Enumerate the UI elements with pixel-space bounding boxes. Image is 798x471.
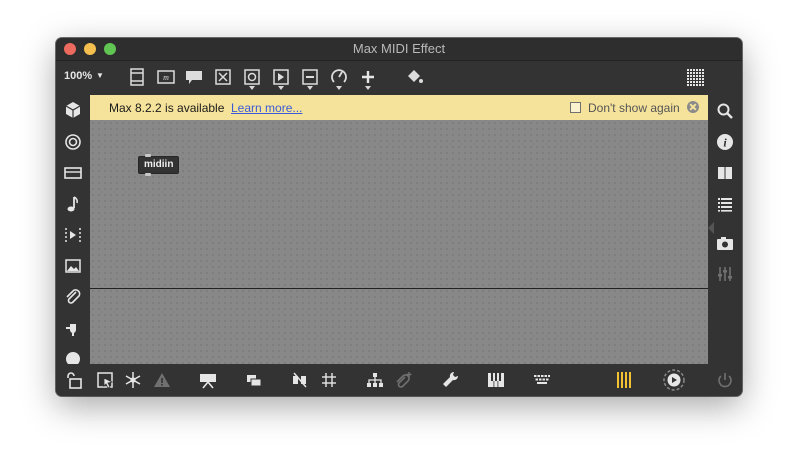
lock-icon[interactable]: [64, 370, 84, 390]
midiin-object[interactable]: midiin: [138, 154, 180, 176]
play-sequence-icon[interactable]: [63, 225, 83, 245]
presentation-icon[interactable]: [127, 67, 147, 87]
plug-icon[interactable]: [63, 318, 83, 338]
snapshot-camera-icon[interactable]: [715, 233, 735, 253]
presentation-mode-icon[interactable]: [198, 370, 218, 390]
inlet[interactable]: [145, 154, 151, 157]
music-note-icon[interactable]: [63, 194, 83, 214]
paint-bucket-icon[interactable]: [404, 67, 424, 87]
piano-keyboard-icon[interactable]: [486, 370, 506, 390]
warning-icon[interactable]: [152, 370, 172, 390]
dont-show-again-label[interactable]: Don't show again: [588, 101, 680, 115]
dont-show-again-checkbox[interactable]: [570, 102, 581, 113]
hierarchy-icon[interactable]: [365, 370, 385, 390]
wrench-icon[interactable]: [440, 370, 460, 390]
plus-menu-caret-icon[interactable]: [365, 86, 371, 90]
outlet[interactable]: [145, 173, 151, 176]
reference-book-icon[interactable]: [715, 163, 735, 183]
button-menu-caret-icon[interactable]: [249, 86, 255, 90]
object-label: midiin: [144, 159, 174, 170]
paperclip-icon[interactable]: [63, 287, 83, 307]
grid-menu-icon[interactable]: [685, 67, 705, 87]
close-banner-icon[interactable]: [687, 101, 699, 113]
computer-keyboard-icon[interactable]: [532, 370, 552, 390]
learn-more-link[interactable]: Learn more...: [231, 101, 302, 115]
button-icon[interactable]: [242, 67, 262, 87]
svg-text:m: m: [163, 73, 169, 82]
max-window: Max MIDI Effect 100% ▼ m i Max 8.2.2 is …: [56, 38, 742, 396]
mixer-sliders-icon[interactable]: [715, 264, 735, 284]
target-circle-icon[interactable]: [63, 132, 83, 152]
toggle-icon[interactable]: [213, 67, 233, 87]
plus-icon[interactable]: [358, 67, 378, 87]
add-paperclip-icon[interactable]: [394, 370, 414, 390]
update-banner: Max 8.2.2 is available Learn more... Don…: [90, 95, 708, 120]
dial-menu-caret-icon[interactable]: [336, 86, 342, 90]
zoom-caret-icon[interactable]: ▼: [96, 71, 104, 80]
new-view-icon[interactable]: [244, 370, 264, 390]
sidebar-collapse-arrow-icon[interactable]: [708, 222, 714, 234]
window-title: Max MIDI Effect: [352, 41, 446, 56]
slider-icon[interactable]: [300, 67, 320, 87]
right-sidebar: i: [708, 94, 742, 364]
patcher-canvas[interactable]: midiin: [90, 120, 708, 364]
title-bar: Max MIDI Effect: [56, 38, 742, 61]
audio-play-icon[interactable]: [661, 367, 687, 393]
power-icon[interactable]: [715, 370, 735, 390]
play-menu-caret-icon[interactable]: [278, 86, 284, 90]
info-icon[interactable]: i: [715, 132, 735, 152]
comment-icon[interactable]: m: [156, 67, 176, 87]
search-icon[interactable]: [715, 101, 735, 121]
message-icon[interactable]: [184, 67, 204, 87]
slider-menu-caret-icon[interactable]: [307, 86, 313, 90]
dial-icon[interactable]: [329, 67, 349, 87]
hide-cords-icon[interactable]: [290, 370, 310, 390]
bottom-toolbar: [56, 364, 742, 396]
list-icon[interactable]: [715, 194, 735, 214]
device-bar-icon[interactable]: [63, 163, 83, 183]
zoom-level[interactable]: 100%: [64, 70, 92, 82]
snowflake-icon[interactable]: [123, 370, 143, 390]
play-icon[interactable]: [271, 67, 291, 87]
device-height-divider: [90, 288, 708, 289]
left-sidebar: [56, 94, 90, 366]
update-message: Max 8.2.2 is available: [109, 101, 225, 115]
grid-icon[interactable]: [319, 370, 339, 390]
package-cube-icon[interactable]: [63, 100, 83, 120]
level-meter-icon[interactable]: [614, 370, 634, 390]
select-arrow-icon[interactable]: [95, 370, 115, 390]
top-toolbar: 100% ▼ m: [56, 61, 742, 94]
image-icon[interactable]: [63, 256, 83, 276]
